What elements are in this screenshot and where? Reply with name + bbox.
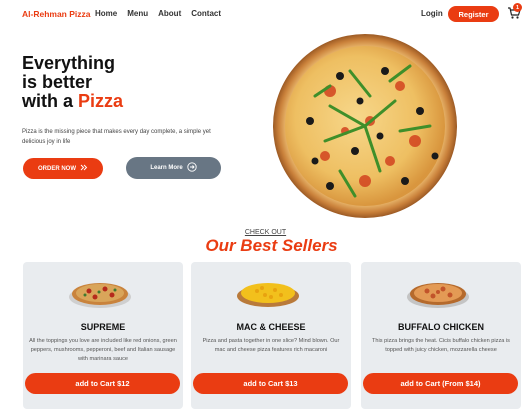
product-description: This pizza brings the heat. Cicis buffal… [372, 338, 510, 353]
add-to-cart-button[interactable]: add to Cart (From $14) [363, 373, 518, 394]
product-description: Pizza and pasta together in one slice? M… [202, 338, 340, 353]
product-name: BUFFALO CHICKEN [398, 322, 484, 332]
supreme-pizza-image [67, 275, 133, 311]
order-now-button[interactable]: ORDER NOW [23, 158, 103, 179]
hero-title-accent: Pizza [78, 91, 124, 111]
product-card-mac-cheese: MAC & CHEESE Pizza and pasta together in… [191, 262, 351, 409]
hero-description: Pizza is the missing piece that makes ev… [22, 129, 211, 145]
learn-more-label: Learn More [150, 165, 183, 171]
product-card-buffalo-chicken: BUFFALO CHICKEN This pizza brings the he… [361, 262, 521, 409]
order-now-label: ORDER NOW [38, 165, 76, 172]
hero-pizza-image [270, 31, 460, 221]
checkout-link[interactable]: CHECK OUT [0, 229, 531, 236]
best-sellers-heading: Our Best Sellers [205, 236, 338, 255]
brand-logo[interactable]: Al-Rehman Pizza [22, 9, 91, 19]
hero-title: Everything is better with a Pizza [22, 54, 202, 111]
learn-more-button[interactable]: Learn More [126, 157, 221, 179]
hero-title-prefix: with a [22, 91, 79, 111]
add-to-cart-button[interactable]: add to Cart $13 [193, 373, 348, 394]
top-navbar: Al-Rehman Pizza Home Menu About Contact … [0, 0, 531, 30]
mac-cheese-pizza-image [235, 275, 301, 311]
hero-title-line1: Everything [22, 53, 116, 73]
product-name: SUPREME [80, 322, 126, 332]
product-description: All the toppings you love are included l… [29, 338, 177, 362]
add-to-cart-button[interactable]: add to Cart $12 [25, 373, 180, 394]
hero-title-line3: with a Pizza [22, 92, 202, 111]
buffalo-chicken-pizza-image [405, 275, 471, 311]
hero-title-line2: is better [22, 72, 93, 92]
double-chevron-right-icon [80, 164, 88, 173]
nav-link-contact[interactable]: Contact [191, 9, 221, 18]
product-name: MAC & CHEESE [236, 322, 306, 332]
login-link[interactable]: Login [421, 9, 443, 18]
register-button[interactable]: Register [448, 6, 499, 22]
nav-link-menu[interactable]: Menu [127, 9, 148, 18]
product-card-supreme: SUPREME All the toppings you love are in… [23, 262, 183, 409]
nav-links: Home Menu About Contact [95, 9, 231, 18]
arrow-circle-right-icon [187, 162, 197, 174]
cart-count-badge: 1 [513, 3, 522, 12]
nav-link-about[interactable]: About [158, 9, 181, 18]
nav-link-home[interactable]: Home [95, 9, 117, 18]
